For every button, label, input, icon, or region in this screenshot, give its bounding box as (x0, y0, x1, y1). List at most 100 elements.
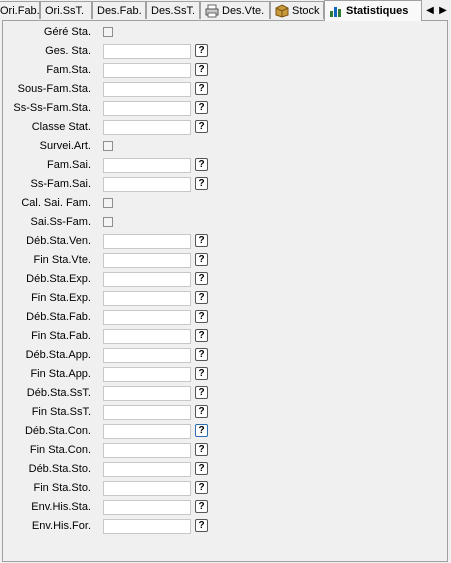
help-button[interactable]: ? (195, 310, 208, 323)
field-label: Fam.Sta. (46, 64, 91, 76)
field-label: Env.His.For. (31, 520, 91, 532)
field-label: Ges. Sta. (45, 45, 91, 57)
help-button[interactable]: ? (195, 405, 208, 418)
field-label: Fin Sta.Vte. (33, 254, 91, 266)
scroll-right-icon[interactable]: ▶ (436, 0, 450, 20)
field-fin-sta-fab: Fin Sta.Fab.? (3, 328, 443, 347)
tab-statistiques[interactable]: Statistiques (324, 0, 422, 21)
field-label: Classe Stat. (31, 121, 91, 133)
classe-stat-input[interactable] (103, 120, 191, 135)
fam-sta-input[interactable] (103, 63, 191, 78)
help-button[interactable]: ? (195, 120, 208, 133)
field-ss-ss-fam-sta: Ss-Ss-Fam.Sta.? (3, 100, 443, 119)
survei-art-checkbox[interactable] (103, 141, 113, 151)
help-button[interactable]: ? (195, 101, 208, 114)
help-button[interactable]: ? (195, 500, 208, 513)
field-deb-sta-exp: Déb.Sta.Exp.? (3, 271, 443, 290)
field-label: Géré Sta. (43, 26, 91, 38)
scroll-left-icon[interactable]: ◀ (423, 0, 437, 20)
gere-sta-checkbox[interactable] (103, 27, 113, 37)
field-label: Sous-Fam.Sta. (17, 83, 91, 95)
help-button[interactable]: ? (195, 386, 208, 399)
field-label: Fin Sta.Sto. (33, 482, 91, 494)
deb-sta-sst-input[interactable] (103, 386, 191, 401)
field-fin-sta-sto: Fin Sta.Sto.? (3, 480, 443, 499)
tab-ori-fab[interactable]: Ori.Fab. (0, 1, 40, 19)
help-button[interactable]: ? (195, 348, 208, 361)
field-deb-sta-fab: Déb.Sta.Fab.? (3, 309, 443, 328)
cal-sai-fam-checkbox[interactable] (103, 198, 113, 208)
help-button[interactable]: ? (195, 481, 208, 494)
help-button[interactable]: ? (195, 253, 208, 266)
field-label: Déb.Sta.Fab. (26, 311, 91, 323)
help-button[interactable]: ? (195, 44, 208, 57)
fin-sta-fab-input[interactable] (103, 329, 191, 344)
field-env-his-for: Env.His.For.? (3, 518, 443, 537)
field-classe-stat: Classe Stat.? (3, 119, 443, 138)
field-label: Survei.Art. (39, 140, 91, 152)
field-label: Sai.Ss-Fam. (30, 216, 91, 228)
ss-ss-fam-sta-input[interactable] (103, 101, 191, 116)
tab-label: Des.Fab. (97, 4, 142, 17)
help-button[interactable]: ? (195, 291, 208, 304)
field-survei-art: Survei.Art. (3, 138, 443, 157)
field-deb-sta-sst: Déb.Sta.SsT.? (3, 385, 443, 404)
sai-ss-fam-checkbox[interactable] (103, 217, 113, 227)
field-label: Cal. Sai. Fam. (21, 197, 91, 209)
tab-des-fab[interactable]: Des.Fab. (92, 1, 146, 19)
deb-sta-sto-input[interactable] (103, 462, 191, 477)
tab-ori-sst[interactable]: Ori.SsT. (40, 1, 92, 19)
field-label: Ss-Ss-Fam.Sta. (13, 102, 91, 114)
deb-sta-fab-input[interactable] (103, 310, 191, 325)
sous-fam-sta-input[interactable] (103, 82, 191, 97)
field-label: Fin Sta.Exp. (31, 292, 91, 304)
field-label: Fam.Sai. (46, 159, 91, 171)
tab-stock[interactable]: Stock (270, 1, 324, 19)
fin-sta-sto-input[interactable] (103, 481, 191, 496)
tab-des-sst[interactable]: Des.SsT. (146, 1, 200, 19)
field-label: Fin Sta.Fab. (31, 330, 91, 342)
field-cal-sai-fam: Cal. Sai. Fam. (3, 195, 443, 214)
tab-label: Ori.Fab. (0, 4, 40, 17)
env-his-for-input[interactable] (103, 519, 191, 534)
field-label: Fin Sta.Con. (29, 444, 91, 456)
fin-sta-app-input[interactable] (103, 367, 191, 382)
help-button[interactable]: ? (195, 272, 208, 285)
deb-sta-con-input[interactable] (103, 424, 191, 439)
field-deb-sta-sto: Déb.Sta.Sto.? (3, 461, 443, 480)
field-label: Fin Sta.App. (30, 368, 91, 380)
deb-sta-ven-input[interactable] (103, 234, 191, 249)
help-button[interactable]: ? (195, 519, 208, 532)
help-button[interactable]: ? (195, 234, 208, 247)
tab-bar: Ori.Fab. Ori.SsT. Des.Fab. Des.SsT. Des.… (0, 0, 451, 21)
fin-sta-sst-input[interactable] (103, 405, 191, 420)
tab-label: Statistiques (346, 5, 409, 17)
env-his-sta-input[interactable] (103, 500, 191, 515)
field-label: Fin Sta.SsT. (31, 406, 91, 418)
ges-sta-input[interactable] (103, 44, 191, 59)
ss-fam-sai-input[interactable] (103, 177, 191, 192)
help-button[interactable]: ? (195, 367, 208, 380)
deb-sta-exp-input[interactable] (103, 272, 191, 287)
tab-label: Ori.SsT. (45, 4, 85, 17)
help-button[interactable]: ? (195, 443, 208, 456)
field-fin-sta-app: Fin Sta.App.? (3, 366, 443, 385)
help-button[interactable]: ? (195, 177, 208, 190)
field-label: Déb.Sta.App. (25, 349, 91, 361)
fin-sta-con-input[interactable] (103, 443, 191, 458)
help-button[interactable]: ? (195, 424, 208, 437)
fam-sai-input[interactable] (103, 158, 191, 173)
fin-sta-vte-input[interactable] (103, 253, 191, 268)
deb-sta-app-input[interactable] (103, 348, 191, 363)
field-env-his-sta: Env.His.Sta.? (3, 499, 443, 518)
help-button[interactable]: ? (195, 158, 208, 171)
help-button[interactable]: ? (195, 63, 208, 76)
fin-sta-exp-input[interactable] (103, 291, 191, 306)
help-button[interactable]: ? (195, 82, 208, 95)
field-fin-sta-sst: Fin Sta.SsT.? (3, 404, 443, 423)
field-fin-sta-vte: Fin Sta.Vte.? (3, 252, 443, 271)
help-button[interactable]: ? (195, 462, 208, 475)
tab-des-vte[interactable]: Des.Vte. (200, 1, 270, 19)
help-button[interactable]: ? (195, 329, 208, 342)
field-label: Ss-Fam.Sai. (30, 178, 91, 190)
